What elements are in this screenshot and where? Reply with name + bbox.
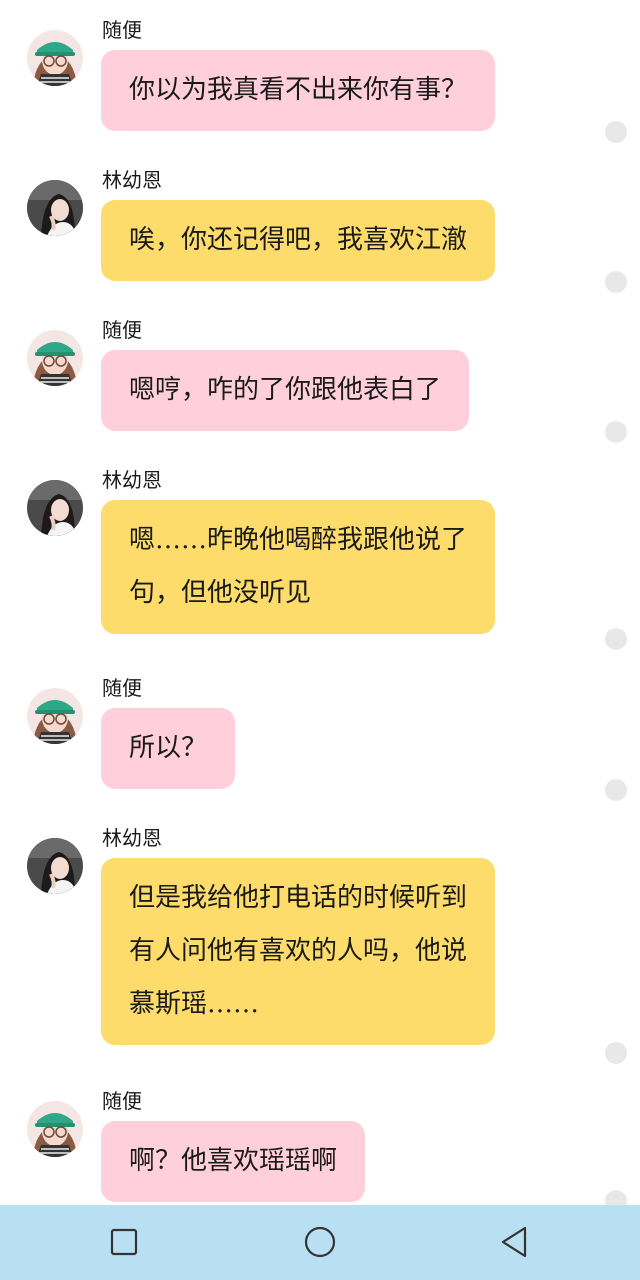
dark-haired-girl-avatar-icon[interactable] (27, 180, 83, 236)
recent-apps-icon[interactable] (106, 1224, 142, 1260)
message-line: 你以为我真看不出来你有事？ (129, 75, 468, 105)
dark-haired-girl-avatar-icon[interactable] (27, 480, 83, 536)
sender-name: 随便 (102, 1089, 142, 1113)
message-line: 慕斯瑶…… (129, 989, 260, 1019)
girl-avatar-icon[interactable] (27, 330, 83, 386)
message-bubble[interactable]: 唉，你还记得吧，我喜欢江澈 (101, 200, 496, 281)
message-status-dot (605, 1042, 627, 1064)
message-line: 有人问他有喜欢的人吗，他说 (129, 936, 468, 966)
message-status-dot (605, 271, 627, 293)
sender-name: 随便 (102, 18, 142, 42)
message-bubble[interactable]: 但是我给他打电话的时候听到 有人问他有喜欢的人吗，他说 慕斯瑶…… (101, 858, 496, 1045)
back-icon[interactable] (496, 1224, 532, 1260)
message-status-dot (605, 421, 627, 443)
message-bubble[interactable]: 你以为我真看不出来你有事？ (101, 50, 496, 131)
dark-haired-girl-avatar-icon[interactable] (27, 838, 83, 894)
sender-name: 林幼恩 (102, 468, 162, 492)
message-bubble[interactable]: 嗯哼，咋的了你跟他表白了 (101, 350, 470, 431)
sender-name: 林幼恩 (102, 168, 162, 192)
girl-avatar-icon[interactable] (27, 1101, 83, 1157)
girl-avatar-icon[interactable] (27, 30, 83, 86)
message-bubble[interactable]: 啊？他喜欢瑶瑶啊 (101, 1121, 366, 1202)
message-line: 嗯……昨晚他喝醉我跟他说了 (129, 525, 468, 555)
message-line: 所以？ (129, 733, 208, 763)
message-status-dot (605, 121, 627, 143)
message-line: 嗯哼，咋的了你跟他表白了 (129, 375, 442, 405)
message-bubble[interactable]: 所以？ (101, 708, 236, 789)
message-line: 唉，你还记得吧，我喜欢江澈 (129, 225, 468, 255)
girl-avatar-icon[interactable] (27, 688, 83, 744)
chat-screen: 随便 你以为我真看不出来你有事？ 林幼恩 唉，你还记得吧，我喜欢江澈 随便 嗯哼… (0, 0, 640, 1280)
message-line: 句，但他没听见 (129, 578, 312, 608)
message-status-dot (605, 628, 627, 650)
home-icon[interactable] (302, 1224, 338, 1260)
navigation-bar (0, 1205, 640, 1280)
sender-name: 林幼恩 (102, 826, 162, 850)
message-line: 啊？他喜欢瑶瑶啊 (129, 1146, 338, 1176)
message-status-dot (605, 779, 627, 801)
message-bubble[interactable]: 嗯……昨晚他喝醉我跟他说了 句，但他没听见 (101, 500, 496, 634)
sender-name: 随便 (102, 318, 142, 342)
sender-name: 随便 (102, 676, 142, 700)
message-line: 但是我给他打电话的时候听到 (129, 883, 468, 913)
